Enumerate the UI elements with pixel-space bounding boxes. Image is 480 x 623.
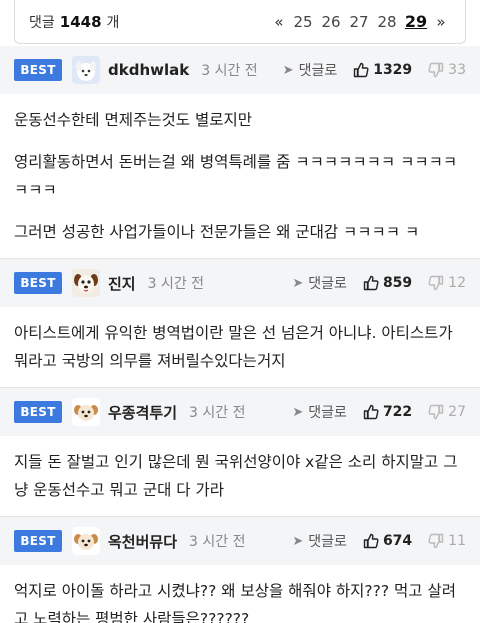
comment-text: 지들 돈 잘벌고 인기 많은데 뭔 국위선양이야 x같은 소리 하지말고 그냥 … bbox=[14, 453, 458, 499]
thumbs-up-icon bbox=[363, 404, 379, 420]
thumbs-down-icon bbox=[428, 404, 444, 420]
dislike-button[interactable]: 27 bbox=[428, 404, 466, 420]
comment-item: BEST dkdhwlak 3 시간 전 ➤ 댓글로 1329 33 운동선수한… bbox=[0, 46, 480, 258]
comment-pager-bar: 댓글 1448 개 « 25 26 27 28 29 » bbox=[14, 0, 466, 44]
like-count: 674 bbox=[382, 533, 413, 549]
prev-pages-icon[interactable]: « bbox=[269, 13, 289, 31]
reply-label: 댓글로 bbox=[298, 63, 338, 79]
page-link-26[interactable]: 26 bbox=[317, 13, 345, 31]
comment-time: 3 시간 전 bbox=[201, 63, 258, 79]
reply-button[interactable]: ➤ 댓글로 bbox=[292, 531, 347, 551]
page-link-current[interactable]: 29 bbox=[401, 12, 431, 31]
page-link-25[interactable]: 25 bbox=[289, 13, 317, 31]
comment-header: BEST 우종격투기 3 시간 전 ➤ 댓글로 722 27 bbox=[0, 388, 480, 436]
reply-arrow-icon: ➤ bbox=[292, 533, 304, 549]
best-badge: BEST bbox=[14, 401, 62, 423]
comment-text: 아티스트에게 유익한 병역법이란 말은 선 넘은거 아니냐. 아티스트가 뭐라고… bbox=[14, 324, 453, 370]
page-link-28[interactable]: 28 bbox=[373, 13, 401, 31]
reply-label: 댓글로 bbox=[308, 534, 347, 550]
reply-arrow-icon: ➤ bbox=[292, 275, 304, 291]
puppy-avatar-icon[interactable] bbox=[72, 527, 100, 555]
pagination: « 25 26 27 28 29 » bbox=[269, 12, 451, 31]
like-count: 722 bbox=[382, 404, 413, 420]
comment-item: BEST 우종격투기 3 시간 전 ➤ 댓글로 722 27 지들 돈 잘벌고 … bbox=[0, 387, 480, 516]
dislike-button[interactable]: 33 bbox=[428, 62, 466, 78]
comment-text: 영리활동하면서 돈버는걸 왜 병역특례를 줌 ㅋㅋㅋㅋㅋㅋㅋ ㅋㅋㅋㅋㅋㅋㅋ bbox=[14, 153, 458, 199]
dog-face-avatar-icon[interactable] bbox=[72, 269, 100, 297]
comment-text: 억지로 아이돌 하라고 시켰냐?? 왜 보상을 해줘야 하지??? 먹고 살려고… bbox=[14, 582, 456, 623]
reply-button[interactable]: ➤ 댓글로 bbox=[283, 60, 338, 80]
best-comment-list: BEST dkdhwlak 3 시간 전 ➤ 댓글로 1329 33 운동선수한… bbox=[0, 46, 480, 623]
comment-body: 억지로 아이돌 하라고 시켰냐?? 왜 보상을 해줘야 하지??? 먹고 살려고… bbox=[0, 565, 480, 623]
like-button[interactable]: 1329 bbox=[353, 62, 412, 78]
thumbs-down-icon bbox=[428, 533, 444, 549]
dislike-button[interactable]: 12 bbox=[428, 275, 466, 291]
comment-body: 운동선수한테 면제주는것도 별로지만 영리활동하면서 돈버는걸 왜 병역특례를 … bbox=[0, 94, 480, 258]
puppy-avatar-icon[interactable] bbox=[72, 398, 100, 426]
comment-author[interactable]: 우종격투기 bbox=[108, 402, 177, 423]
thumbs-up-icon bbox=[363, 275, 379, 291]
reply-arrow-icon: ➤ bbox=[282, 62, 294, 78]
reply-button[interactable]: ➤ 댓글로 bbox=[292, 402, 347, 422]
reply-label: 댓글로 bbox=[308, 276, 347, 292]
comment-item: BEST 진지 3 시간 전 ➤ 댓글로 859 12 아티스트에게 유익한 병… bbox=[0, 258, 480, 387]
comment-time: 3 시간 전 bbox=[189, 405, 246, 421]
reply-label: 댓글로 bbox=[308, 405, 347, 421]
like-count: 859 bbox=[382, 275, 413, 291]
best-badge: BEST bbox=[14, 530, 62, 552]
comment-text: 그러면 성공한 사업가들이나 전문가들은 왜 군대감 ㅋㅋㅋㅋ ㅋ bbox=[14, 223, 420, 241]
comment-body: 아티스트에게 유익한 병역법이란 말은 선 넘은거 아니냐. 아티스트가 뭐라고… bbox=[0, 307, 480, 387]
like-button[interactable]: 722 bbox=[363, 404, 412, 420]
next-pages-icon[interactable]: » bbox=[431, 13, 451, 31]
comment-count-unit: 개 bbox=[106, 14, 120, 31]
reply-arrow-icon: ➤ bbox=[292, 404, 304, 420]
best-badge: BEST bbox=[14, 272, 62, 294]
like-button[interactable]: 859 bbox=[363, 275, 412, 291]
like-count: 1329 bbox=[373, 62, 413, 78]
best-badge: BEST bbox=[14, 59, 62, 81]
page-link-27[interactable]: 27 bbox=[345, 13, 373, 31]
comment-body: 지들 돈 잘벌고 인기 많은데 뭔 국위선양이야 x같은 소리 하지말고 그냥 … bbox=[0, 436, 480, 516]
comment-time: 3 시간 전 bbox=[147, 276, 205, 292]
like-button[interactable]: 674 bbox=[363, 533, 412, 549]
comment-author[interactable]: 옥천버뮤다 bbox=[108, 531, 177, 552]
comment-header: BEST dkdhwlak 3 시간 전 ➤ 댓글로 1329 33 bbox=[0, 46, 480, 94]
comment-count: 댓글 1448 개 bbox=[29, 12, 119, 32]
comment-count-label: 댓글 bbox=[29, 14, 55, 31]
comment-header: BEST 진지 3 시간 전 ➤ 댓글로 859 12 bbox=[0, 259, 480, 307]
white-dog-avatar-icon[interactable] bbox=[72, 56, 100, 84]
dislike-button[interactable]: 11 bbox=[428, 533, 466, 549]
dislike-count: 27 bbox=[448, 404, 466, 420]
comment-item: BEST 옥천버뮤다 3 시간 전 ➤ 댓글로 674 11 억지로 아이돌 하… bbox=[0, 516, 480, 623]
dislike-count: 12 bbox=[448, 275, 466, 291]
comment-header: BEST 옥천버뮤다 3 시간 전 ➤ 댓글로 674 11 bbox=[0, 517, 480, 565]
thumbs-down-icon bbox=[428, 275, 444, 291]
dislike-count: 11 bbox=[448, 533, 466, 549]
comment-author[interactable]: dkdhwlak bbox=[108, 61, 189, 79]
thumbs-up-icon bbox=[363, 533, 379, 549]
comment-text: 운동선수한테 면제주는것도 별로지만 bbox=[14, 111, 253, 129]
comment-count-value: 1448 bbox=[59, 12, 102, 31]
dislike-count: 33 bbox=[448, 62, 466, 78]
comment-author[interactable]: 진지 bbox=[108, 273, 136, 294]
comment-time: 3 시간 전 bbox=[189, 534, 246, 550]
thumbs-down-icon bbox=[428, 62, 444, 78]
reply-button[interactable]: ➤ 댓글로 bbox=[292, 273, 347, 293]
thumbs-up-icon bbox=[354, 62, 369, 78]
